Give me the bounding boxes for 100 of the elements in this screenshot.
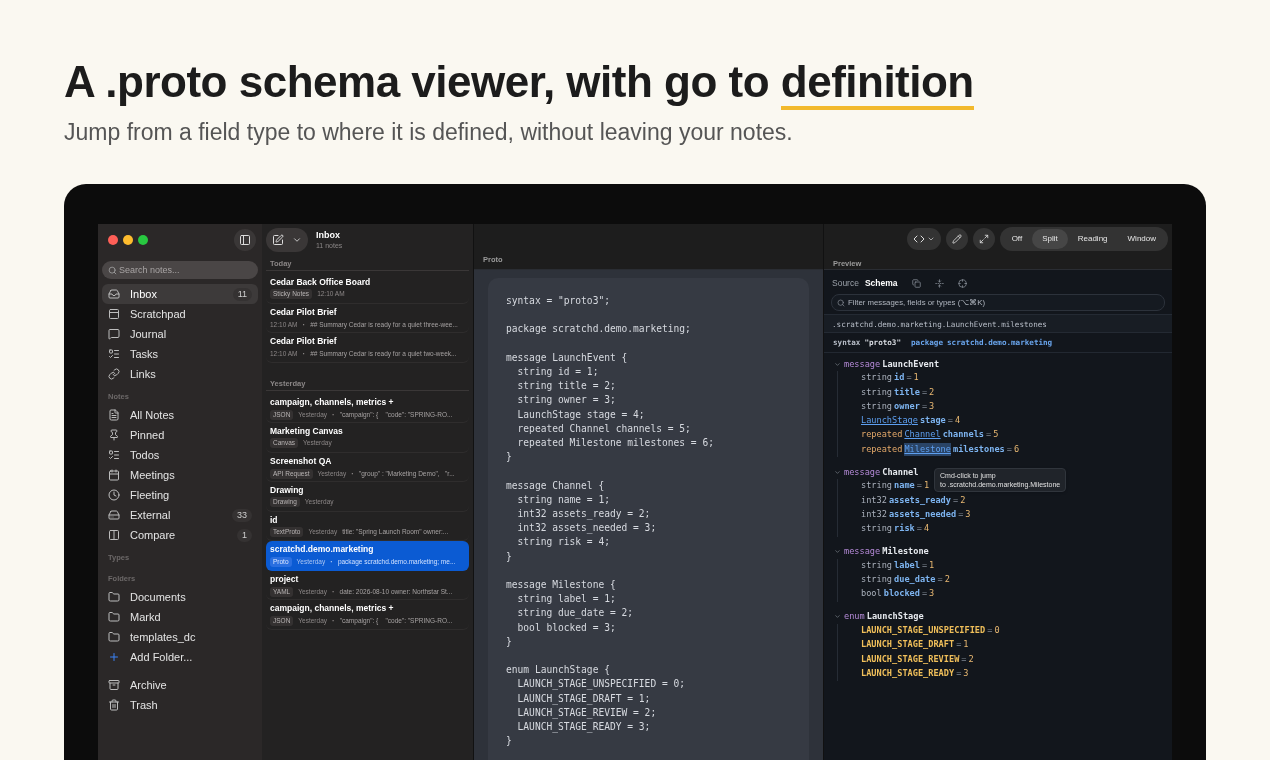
collapse-icon[interactable] <box>934 278 944 288</box>
edit-button[interactable] <box>945 228 968 251</box>
definition-name: Channel <box>882 465 919 479</box>
columns-icon <box>108 529 120 541</box>
field-type: string <box>861 371 893 385</box>
caret-icon <box>834 360 841 368</box>
field-number: 2 <box>929 385 935 399</box>
code-line: enum LaunchStage { <box>506 663 611 678</box>
sidebar-item[interactable]: Trash <box>102 695 258 715</box>
type-link[interactable]: Milestone <box>904 442 951 456</box>
view-mode-option[interactable]: Window <box>1117 229 1166 250</box>
field-name: stage <box>919 414 946 428</box>
sidebar-item[interactable]: External 33 <box>102 505 258 525</box>
sidebar-item[interactable]: Markd <box>102 607 258 627</box>
field-name: assets_needed <box>888 507 957 521</box>
equals-sign: = <box>916 522 922 536</box>
field-name: channels <box>942 428 985 442</box>
page-subtitle: Jump from a field type to where it is defined, without leaving your notes. <box>64 118 794 147</box>
equals-sign: = <box>921 587 928 601</box>
equals-sign: = <box>956 638 962 652</box>
equals-sign: = <box>987 624 993 637</box>
note-title: scratchd.demo.marketing <box>270 544 375 555</box>
view-mode-option[interactable]: Reading <box>1067 229 1118 250</box>
sidebar-item[interactable]: Links <box>102 364 258 384</box>
field-number: 3 <box>965 507 971 521</box>
code-line: message LaunchEvent { <box>506 350 629 365</box>
field-number: 4 <box>923 522 930 536</box>
view-mode-option[interactable]: Split <box>1032 229 1068 250</box>
checklist-icon <box>108 348 120 360</box>
field-number: 1 <box>913 371 919 385</box>
code-line: } <box>506 734 513 749</box>
sidebar-item[interactable]: Scratchpad <box>102 304 258 324</box>
type-link[interactable]: Channel <box>904 428 941 442</box>
field-number: 3 <box>929 399 935 413</box>
sidebar-item[interactable]: Meetings <box>102 465 258 485</box>
search-field[interactable]: Search notes... <box>102 261 258 279</box>
definition-name: Milestone <box>882 545 929 559</box>
folder-icon <box>108 611 120 623</box>
sidebar-item[interactable]: Pinned <box>102 425 258 445</box>
sidebar-item[interactable]: Archive <box>102 675 258 695</box>
separator-dot: · <box>332 408 335 421</box>
code-line: LAUNCH_STAGE_DRAFT = 1; <box>516 691 652 706</box>
field-name: owner <box>894 399 920 413</box>
note-title: id <box>270 514 279 526</box>
sidebar-item[interactable]: Journal <box>102 324 258 344</box>
sidebar-item[interactable]: templates_dc <box>102 627 258 647</box>
link-icon <box>108 368 120 380</box>
clock-icon <box>108 489 120 501</box>
field-number: 1 <box>923 479 930 493</box>
sidebar-item[interactable]: Compare 1 <box>102 525 258 545</box>
field-number: 5 <box>993 428 999 442</box>
code-view-button[interactable] <box>906 228 941 251</box>
search-icon <box>837 298 845 307</box>
code-line: string title = 2; <box>516 379 617 394</box>
view-mode-option[interactable]: Off <box>1001 229 1033 250</box>
equals-sign: = <box>916 479 922 493</box>
preview-tab[interactable]: Source <box>832 276 859 290</box>
folder-icon <box>108 631 120 643</box>
sidebar-item[interactable]: All Notes <box>102 405 258 425</box>
list-title: Inbox <box>316 230 341 241</box>
type-link[interactable]: LaunchStage <box>861 414 918 428</box>
sidebar-item[interactable]: Add Folder... <box>102 647 258 667</box>
equals-sign: = <box>947 414 953 428</box>
preview-tab[interactable]: Schema <box>864 276 898 290</box>
sidebar-toggle-button[interactable] <box>234 229 256 251</box>
trash-icon <box>108 699 120 711</box>
separator-dot: · <box>302 348 306 360</box>
new-note-button[interactable] <box>266 228 308 252</box>
enum-value: LAUNCH_STAGE_REVIEW <box>861 652 960 666</box>
field-name: label <box>894 558 920 572</box>
equals-sign: = <box>921 399 928 413</box>
note-title: project <box>270 573 300 585</box>
note-title: Drawing <box>270 485 305 496</box>
field-type: string <box>861 573 893 587</box>
sidebar-item[interactable]: Todos <box>102 445 258 465</box>
count-badge: 33 <box>232 508 252 522</box>
code-line: LAUNCH_STAGE_REVIEW = 2; <box>516 705 658 720</box>
definition-name: LaunchEvent <box>882 357 940 371</box>
sidebar-item[interactable]: Inbox 11 <box>102 284 258 304</box>
code-line: syntax = "proto3"; <box>506 294 611 308</box>
page-title: A .proto schema viewer, with go to <box>64 57 770 106</box>
code-line: package scratchd.demo.marketing; <box>506 322 692 337</box>
field-name: name <box>894 479 915 493</box>
field-number: 2 <box>968 652 974 666</box>
sidebar-item[interactable]: Fleeting <box>102 485 258 505</box>
archive-icon <box>108 679 120 691</box>
folder-icon <box>108 591 120 603</box>
field-number: 2 <box>944 573 950 587</box>
field-label: repeated <box>861 428 903 442</box>
separator-dot: · <box>332 615 335 627</box>
equals-sign: = <box>906 371 912 385</box>
sidebar-item[interactable]: Tasks <box>102 344 258 364</box>
code-line: int32 assets_needed = 3; <box>516 521 658 536</box>
definition-name: LaunchStage <box>866 610 924 624</box>
field-type: int32 <box>861 507 887 521</box>
copy-icon[interactable] <box>911 278 921 288</box>
sidebar-item[interactable]: Documents <box>102 587 258 607</box>
field-name: milestones <box>953 442 1005 456</box>
target-icon[interactable] <box>957 278 967 288</box>
expand-button[interactable] <box>972 228 995 251</box>
